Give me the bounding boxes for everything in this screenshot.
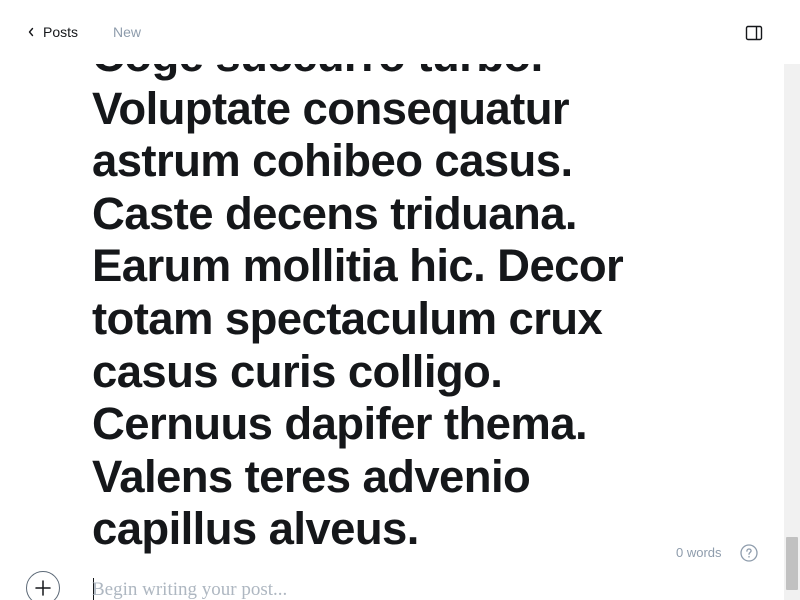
back-to-posts-link[interactable]: Posts — [27, 22, 78, 42]
post-title-line: casus curis colligo. — [92, 345, 503, 397]
post-editor-app: Coge succurro turbo.Voluptate consequatu… — [0, 0, 800, 600]
post-title[interactable]: Coge succurro turbo.Voluptate consequatu… — [92, 30, 692, 556]
editor-scrollbar[interactable] — [784, 64, 800, 600]
question-circle-icon[interactable] — [740, 544, 758, 562]
post-title-line: astrum cohibeo casus. — [92, 135, 573, 187]
post-title-line: Caste decens triduana. — [92, 187, 578, 239]
editor-header: Posts New — [0, 0, 784, 64]
post-title-line: Cernuus dapifer thema. — [92, 398, 588, 450]
chevron-left-icon — [28, 27, 34, 37]
sidebar-panel-icon[interactable] — [745, 24, 763, 42]
post-title-line: Earum mollitia hic. Decor — [92, 240, 624, 292]
post-title-line: Valens teres advenio — [92, 450, 531, 502]
post-status: New — [113, 24, 142, 40]
post-title-line: Voluptate consequatur — [92, 82, 570, 134]
scrollbar-thumb[interactable] — [786, 536, 798, 591]
word-count: 0 words — [676, 545, 722, 560]
add-card-button[interactable] — [26, 571, 60, 600]
post-body-input[interactable] — [92, 577, 692, 600]
editor-canvas: Coge succurro turbo.Voluptate consequatu… — [0, 0, 784, 600]
post-title-line: capillus alveus. — [92, 503, 419, 555]
back-link-label: Posts — [43, 24, 79, 40]
plus-icon — [35, 580, 51, 596]
post-title-line: totam spectaculum crux — [92, 292, 603, 344]
